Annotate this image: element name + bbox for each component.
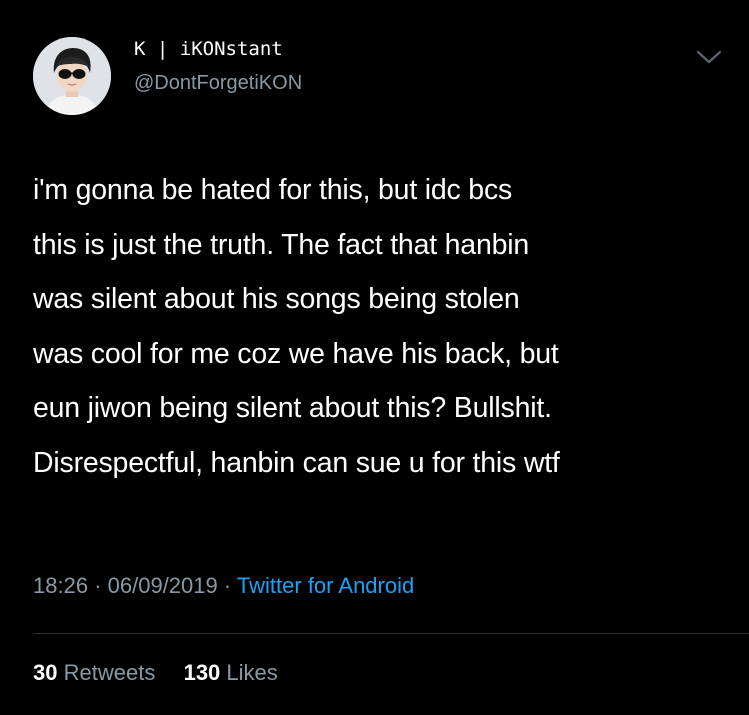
meta-separator: ·	[223, 573, 232, 598]
tweet-detail: K | iKONstant @DontForgetiKON i'm gonna …	[0, 0, 749, 715]
likes-count: 130	[183, 660, 221, 685]
chevron-down-icon	[696, 50, 722, 64]
retweets-label: Retweets	[63, 660, 156, 685]
user-avatar-icon	[33, 37, 111, 115]
tweet-date: 06/09/2019	[107, 573, 218, 598]
meta-separator: ·	[94, 573, 102, 598]
avatar[interactable]	[33, 37, 111, 115]
user-handle[interactable]: @DontForgetiKON	[134, 72, 302, 95]
tweet-text-line: i'm gonna be hated for this, but idc bcs	[33, 174, 513, 206]
tweet-text-line: eun jiwon being silent about this? Bulls…	[33, 392, 552, 424]
tweet-source-link[interactable]: Twitter for Android	[237, 573, 414, 598]
likes-label: Likes	[226, 660, 278, 685]
tweet-text-line: this is just the truth. The fact that ha…	[33, 228, 530, 261]
retweets-count: 30	[33, 660, 58, 685]
tweet-stats: 30 Retweets 130 Likes	[33, 660, 278, 686]
tweet-text-line: was cool for me coz we have his back, bu…	[33, 337, 559, 370]
likes-stat[interactable]: 130 Likes	[184, 660, 278, 685]
display-name[interactable]: K | iKONstant	[134, 38, 283, 60]
tweet-meta: 18:26 · 06/09/2019 · Twitter for Android	[33, 573, 414, 599]
tweet-time: 18:26	[33, 573, 89, 598]
retweets-stat[interactable]: 30 Retweets	[33, 660, 161, 685]
more-options-button[interactable]	[694, 46, 724, 68]
divider	[33, 633, 749, 634]
tweet-text-line: was silent about his songs being stolen	[33, 283, 520, 315]
tweet-text-line: Disrespectful, hanbin can sue u for this…	[33, 446, 560, 479]
tweet-text: i'm gonna be hated for this, but idc bcs…	[33, 163, 733, 490]
